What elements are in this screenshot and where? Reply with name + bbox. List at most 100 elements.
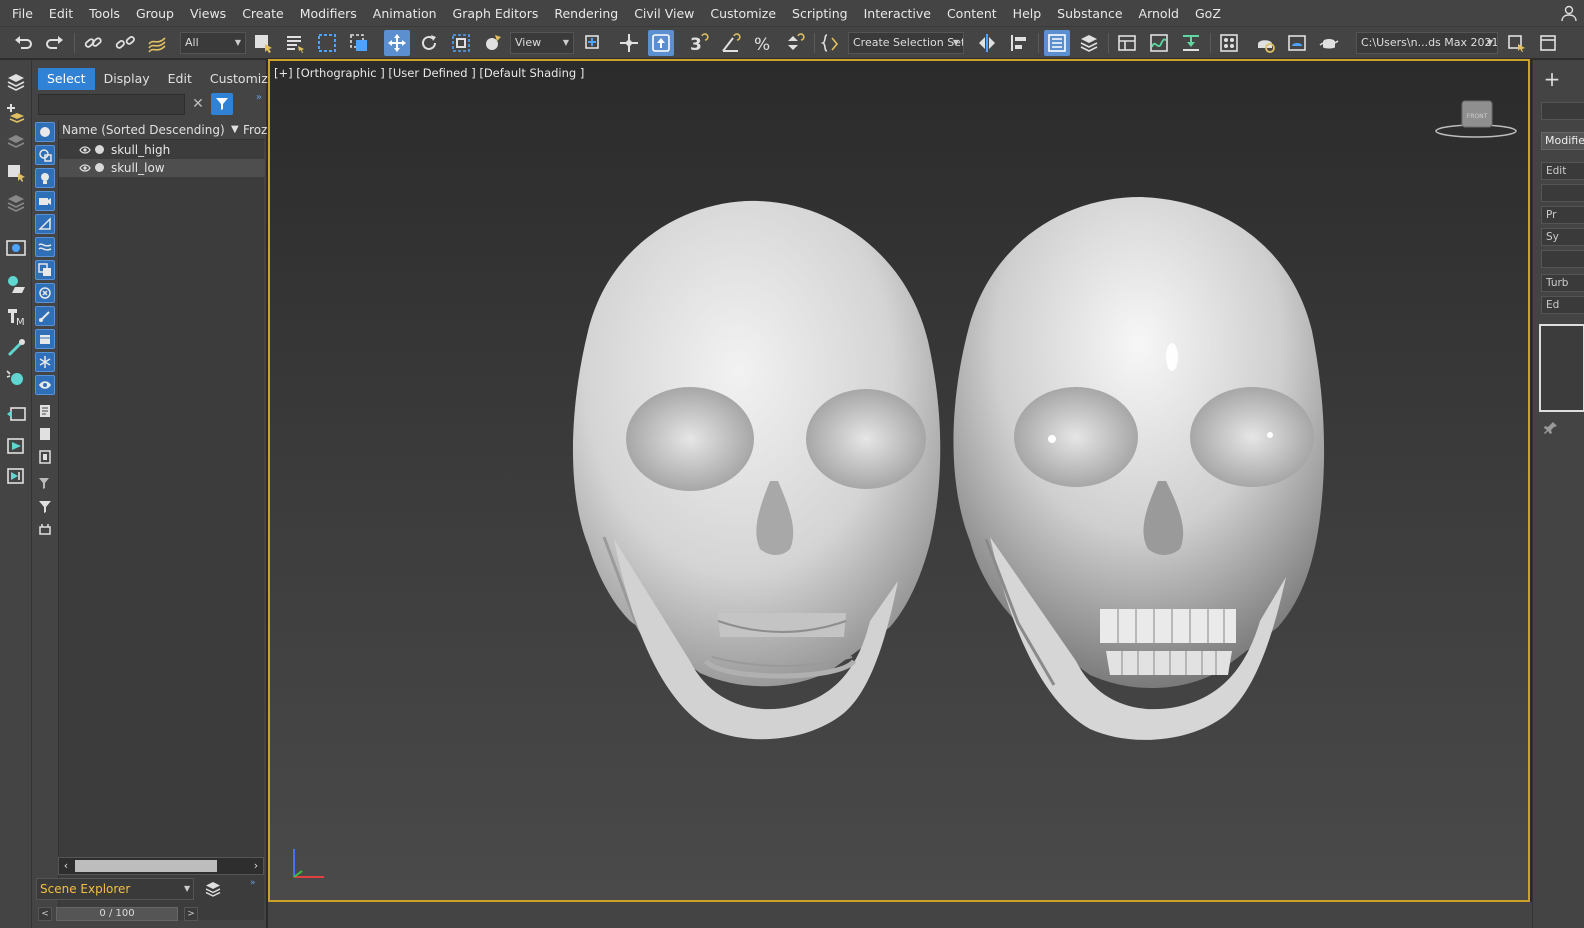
select-dependents-button[interactable] <box>35 519 55 539</box>
filter-groups-button[interactable] <box>35 260 55 280</box>
modifier-button-1[interactable]: Edit <box>1541 162 1584 180</box>
filter-helpers-button[interactable] <box>35 214 55 234</box>
select-layer-button[interactable] <box>4 160 28 184</box>
time-slider-value[interactable]: 0 / 100 <box>56 907 178 921</box>
curve-editor-button[interactable] <box>1146 30 1172 56</box>
modify-toolkit-button[interactable]: M <box>4 304 28 328</box>
menu-scripting[interactable]: Scripting <box>784 0 856 27</box>
next-frame-icon[interactable]: > <box>184 907 198 921</box>
rectangular-selection-button[interactable] <box>314 30 340 56</box>
select-and-move-button[interactable] <box>384 30 410 56</box>
filter-geometry-button[interactable] <box>35 122 55 142</box>
select-and-scale-button[interactable] <box>448 30 474 56</box>
more-options-icon[interactable]: » <box>256 92 262 103</box>
play-animation-button[interactable] <box>4 434 28 458</box>
bind-space-warp-button[interactable] <box>144 30 170 56</box>
viewcube[interactable]: FRONT <box>1432 97 1520 143</box>
viewport-layouts-button[interactable] <box>4 402 28 426</box>
align-button[interactable] <box>1006 30 1032 56</box>
render-production-button[interactable] <box>1316 30 1342 56</box>
list-item-skull-high[interactable]: skull_high <box>59 141 265 159</box>
menu-file[interactable]: File <box>4 0 41 27</box>
menu-rendering[interactable]: Rendering <box>546 0 626 27</box>
toggle-scene-explorer-button[interactable] <box>1044 30 1070 56</box>
modifier-stack-list[interactable] <box>1539 324 1584 412</box>
select-and-place-button[interactable] <box>480 30 506 56</box>
project-folder-button[interactable] <box>1504 30 1530 56</box>
new-layer-button[interactable] <box>4 100 28 124</box>
filter-toggle-button[interactable] <box>211 93 233 115</box>
explorer-name-dropdown[interactable]: Scene Explorer <box>36 878 194 900</box>
spinner-snap-button[interactable] <box>782 30 808 56</box>
project-folder-dropdown[interactable]: C:\Users\n...ds Max 2021 ▼ <box>1356 32 1498 54</box>
toggle-ribbon-button[interactable] <box>1114 30 1140 56</box>
layer-explorer-icon[interactable] <box>204 880 222 898</box>
unlink-button[interactable] <box>112 30 138 56</box>
create-shape-button[interactable] <box>4 272 28 296</box>
undo-button[interactable] <box>10 30 36 56</box>
edit-named-selection-button[interactable] <box>818 30 844 56</box>
layer-manager-button[interactable] <box>4 190 28 214</box>
render-animation-button[interactable] <box>4 464 28 488</box>
menu-create[interactable]: Create <box>234 0 292 27</box>
named-selection-dropdown[interactable]: Create Selection Set ▼ <box>848 32 964 54</box>
percent-snap-button[interactable]: % <box>750 30 776 56</box>
column-header-name[interactable]: Name (Sorted Descending) <box>62 120 225 140</box>
filter-lights-button[interactable] <box>35 168 55 188</box>
invert-display-button[interactable] <box>35 447 55 467</box>
menu-animation[interactable]: Animation <box>365 0 445 27</box>
modifier-button-7[interactable]: Ed <box>1541 296 1584 314</box>
tab-select[interactable]: Select <box>38 68 95 90</box>
display-none-button[interactable] <box>35 424 55 444</box>
menu-substance[interactable]: Substance <box>1049 0 1130 27</box>
column-header-frozen[interactable]: Froz <box>243 120 267 140</box>
redo-button[interactable] <box>42 30 68 56</box>
menu-interactive[interactable]: Interactive <box>856 0 939 27</box>
rendered-frame-window-button[interactable] <box>1284 30 1310 56</box>
use-pivot-center-button[interactable] <box>580 30 606 56</box>
menu-views[interactable]: Views <box>182 0 234 27</box>
menu-arnold[interactable]: Arnold <box>1131 0 1187 27</box>
workspace-button[interactable] <box>1536 30 1562 56</box>
isolate-selection-button[interactable] <box>4 236 28 260</box>
tape-measure-button[interactable] <box>4 336 28 360</box>
visibility-eye-icon[interactable] <box>79 144 91 156</box>
window-crossing-button[interactable] <box>346 30 372 56</box>
menu-content[interactable]: Content <box>939 0 1005 27</box>
explorer-search-input[interactable] <box>38 94 185 115</box>
menu-graph-editors[interactable]: Graph Editors <box>445 0 547 27</box>
modifier-list-dropdown[interactable]: Modifier List <box>1541 132 1584 150</box>
menu-modifiers[interactable]: Modifiers <box>292 0 365 27</box>
filter-frozen-button[interactable] <box>35 352 55 372</box>
tab-display[interactable]: Display <box>95 68 159 90</box>
filter-bones-button[interactable] <box>35 306 55 326</box>
keyboard-shortcut-override-button[interactable] <box>648 30 674 56</box>
menu-help[interactable]: Help <box>1005 0 1050 27</box>
modifier-button-6[interactable]: Turb <box>1541 274 1584 292</box>
schematic-view-button[interactable] <box>1178 30 1204 56</box>
scene-explorer-toggle[interactable] <box>4 70 28 94</box>
skull-high-model[interactable] <box>953 197 1325 740</box>
angle-snap-button[interactable] <box>718 30 744 56</box>
filter-hidden-button[interactable] <box>35 375 55 395</box>
modifier-button-4[interactable]: Sy <box>1541 228 1584 246</box>
filter-xrefs-button[interactable] <box>35 283 55 303</box>
select-and-rotate-button[interactable] <box>416 30 442 56</box>
tab-edit[interactable]: Edit <box>159 68 201 90</box>
more-options-icon[interactable]: » <box>250 878 256 888</box>
list-item-skull-low[interactable]: skull_low <box>59 159 265 177</box>
menu-edit[interactable]: Edit <box>41 0 81 27</box>
select-manipulate-button[interactable] <box>616 30 642 56</box>
snaps-toggle-button[interactable]: 3 <box>686 30 712 56</box>
filter-shapes-button[interactable] <box>35 145 55 165</box>
selection-filter-dropdown[interactable]: All ▼ <box>180 32 246 54</box>
pin-stack-icon[interactable] <box>1543 420 1559 436</box>
scrollbar-thumb[interactable] <box>75 860 217 872</box>
select-object-button[interactable] <box>250 30 276 56</box>
modifier-button-5[interactable] <box>1541 250 1584 268</box>
filter-cameras-button[interactable] <box>35 191 55 211</box>
perspective-viewport[interactable]: [+] [Orthographic ] [User Defined ] [Def… <box>268 59 1530 902</box>
filter-funnel-2-button[interactable] <box>35 496 55 516</box>
layer-display-button[interactable] <box>4 130 28 154</box>
menu-group[interactable]: Group <box>128 0 182 27</box>
